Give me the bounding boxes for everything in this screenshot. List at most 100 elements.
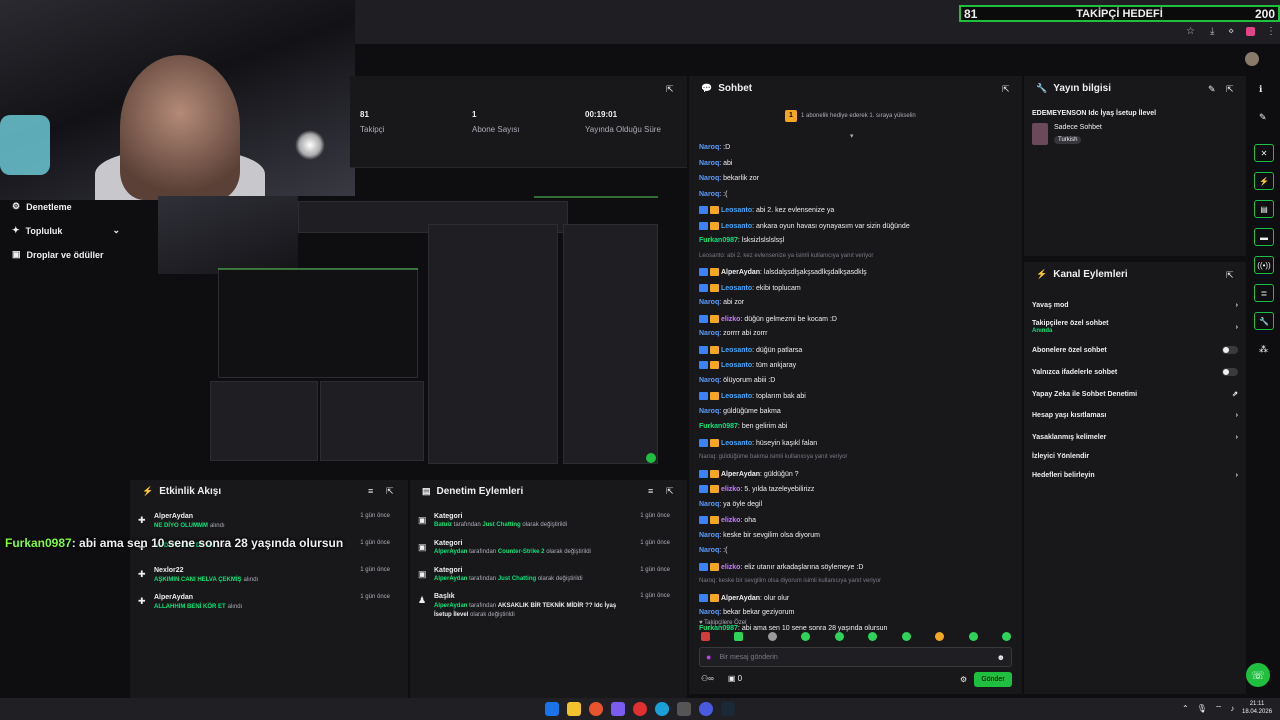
chat-message[interactable]: Naroq: :(	[699, 191, 727, 198]
action-banned-words[interactable]: Yasaklanmış kelimeler ›	[1032, 434, 1238, 441]
chat-username[interactable]: AlperAydan	[721, 594, 760, 601]
filter-icon[interactable]: ≡	[368, 486, 373, 496]
action-subscribers-only[interactable]: Abonelere özel sohbet	[1032, 346, 1238, 354]
chat-username[interactable]: elizko	[721, 315, 740, 322]
rail-button-bolt[interactable]: ⚡	[1254, 172, 1274, 190]
chat-message[interactable]: Naroq: ölüyorum abiii :D	[699, 377, 775, 384]
subscribers-only-toggle[interactable]	[1222, 346, 1238, 354]
opera-icon[interactable]	[633, 702, 647, 716]
popout-icon[interactable]: ⇱	[1226, 84, 1234, 95]
chat-username[interactable]: Naroq	[699, 160, 719, 167]
chat-message[interactable]: Leosanto: düğün patlarsa	[699, 345, 802, 354]
pin-icon[interactable]: ▾	[850, 132, 854, 140]
popout-icon[interactable]: ⇱	[1226, 270, 1234, 281]
download-icon[interactable]: ⤓	[1210, 26, 1214, 37]
popout-icon[interactable]: ⇱	[1002, 84, 1010, 95]
chat-message[interactable]: AlperAydan: lalsdalşsdlşakşsadlkşdalkşas…	[699, 268, 867, 276]
star-icon[interactable]: ☆	[1186, 26, 1195, 37]
chat-message[interactable]: AlperAydan: güldüğün ?	[699, 469, 799, 478]
chat-message[interactable]: Naroq: :(	[699, 547, 727, 554]
chat-username[interactable]: Naroq	[699, 377, 719, 384]
system-tray[interactable]: ⌃ 🎙 ⌔ ♪	[1182, 704, 1234, 714]
rail-button-chat[interactable]: ▬	[1254, 228, 1274, 246]
chat-username[interactable]: Naroq	[699, 299, 719, 306]
rail-button-wrench[interactable]: 🔧	[1254, 312, 1274, 330]
chat-username[interactable]: Leosanto	[721, 346, 752, 353]
nav-item-denetleme[interactable]: ⚙ Denetleme	[12, 201, 72, 212]
emote-icon[interactable]	[1001, 632, 1011, 641]
emote-icon[interactable]	[701, 632, 710, 641]
chat-message[interactable]: elizko: oha	[699, 516, 756, 524]
send-button[interactable]: Gönder	[974, 672, 1012, 687]
chat-message[interactable]: Leosanto: hüseyin kaşıkl falan	[699, 438, 817, 447]
rail-button-list[interactable]: ≣	[1254, 284, 1274, 302]
chat-message[interactable]: Leosanto: ekibi toplucam	[699, 283, 801, 292]
chat-username[interactable]: Leosanto	[721, 393, 752, 400]
chat-username[interactable]: elizko	[721, 517, 740, 524]
action-slow-mode[interactable]: Yavaş mod ›	[1032, 302, 1238, 309]
chat-username[interactable]: Leosanto	[721, 439, 752, 446]
chat-username[interactable]: Naroq	[699, 609, 719, 616]
chat-message[interactable]: elizko: düğün gelmezmi be kocam :D	[699, 314, 837, 323]
chat-username[interactable]: elizko	[721, 486, 740, 493]
chat-message[interactable]: Leosanto: abi 2. kez evlensenize ya	[699, 206, 834, 214]
action-account-age[interactable]: Hesap yaşı kısıtlaması ›	[1032, 412, 1238, 419]
chat-message[interactable]: AlperAydan: olur olur	[699, 593, 789, 602]
emote-icon[interactable]	[868, 632, 878, 641]
profile-icon[interactable]	[1246, 27, 1255, 36]
users-icon[interactable]: ⚇∞	[701, 674, 714, 683]
chat-message[interactable]: Naroq: abi zor	[699, 299, 744, 306]
chat-username[interactable]: Naroq	[699, 547, 719, 554]
chat-username[interactable]: Furkan0987	[699, 423, 738, 430]
emoji-icon[interactable]: ☻	[997, 653, 1005, 662]
chat-username[interactable]: Naroq	[699, 191, 719, 198]
avatar[interactable]	[1245, 52, 1259, 66]
chat-username[interactable]: Furkan0987	[699, 237, 738, 244]
emote-icon[interactable]	[968, 632, 978, 641]
emote-only-toggle[interactable]	[1222, 368, 1238, 376]
file-explorer-icon[interactable]	[567, 702, 581, 716]
popout-icon[interactable]: ⇱	[666, 84, 674, 95]
chat-username[interactable]: Naroq	[699, 532, 719, 539]
channel-points[interactable]: ▣ 0	[728, 674, 742, 683]
chat-message[interactable]: Leosanto: tüm ankjaray	[699, 361, 796, 369]
nav-item-topluluk[interactable]: ✦ Topluluk ⌄	[12, 225, 120, 236]
community-icon[interactable]: ⁂	[1259, 344, 1268, 355]
filter-icon[interactable]: ≡	[648, 486, 653, 496]
chat-message[interactable]: Naroq: güldüğüme bakma	[699, 408, 781, 415]
mic-icon[interactable]: ●	[706, 652, 711, 662]
chat-username[interactable]: Leosanto	[721, 362, 752, 369]
settings-icon[interactable]	[677, 702, 691, 716]
chat-message[interactable]: Leosanto: ankara oyun havası oynayasım v…	[699, 221, 910, 230]
chrome-icon[interactable]	[589, 702, 603, 716]
chat-message[interactable]: Leosanto: toplarım bak abi	[699, 392, 806, 400]
chat-username[interactable]: Naroq	[699, 175, 719, 182]
windows-start-icon[interactable]	[545, 702, 559, 716]
action-ai-moderation[interactable]: Yapay Zeka ile Sohbet Denetimi ⇗	[1032, 390, 1238, 399]
chat-username[interactable]: AlperAydan	[721, 470, 760, 477]
chat-message[interactable]: Naroq: abi	[699, 160, 732, 167]
support-chat-icon[interactable]: ☏	[1246, 663, 1270, 687]
popout-icon[interactable]: ⇱	[386, 486, 394, 497]
chat-username[interactable]: AlperAydan	[721, 269, 760, 276]
chat-message[interactable]: Naroq: ya öyle degil	[699, 501, 762, 508]
emote-icon[interactable]	[901, 632, 911, 641]
emote-icon[interactable]	[767, 632, 777, 641]
chat-username[interactable]: Leosanto	[721, 222, 752, 229]
rail-button-document[interactable]: ▤	[1254, 200, 1274, 218]
action-goals[interactable]: Hedefleri belirleyin ›	[1032, 472, 1238, 479]
chat-message[interactable]: Naroq: keske bir sevgilim olsa diyorum	[699, 532, 820, 539]
gift-banner[interactable]: 1 1 abonelik hediye ederek 1. sıraya yük…	[785, 110, 916, 122]
action-emote-only[interactable]: Yalnızca ifadelerle sohbet	[1032, 368, 1238, 376]
chat-message[interactable]: Furkan0987: ben gelirim abi	[699, 423, 787, 430]
chat-username[interactable]: Naroq	[699, 501, 719, 508]
obs-icon[interactable]	[699, 702, 713, 716]
chat-username[interactable]: Naroq	[699, 408, 719, 415]
emote-icon[interactable]	[734, 632, 744, 641]
rail-button-tools[interactable]: ✕	[1254, 144, 1274, 162]
chat-username[interactable]: Naroq	[699, 330, 719, 337]
chat-username[interactable]: Naroq	[699, 144, 719, 151]
edit-icon[interactable]: ✎	[1259, 112, 1267, 123]
menu-icon[interactable]: ⋮	[1266, 26, 1276, 37]
chat-message[interactable]: Naroq: :D	[699, 144, 730, 151]
